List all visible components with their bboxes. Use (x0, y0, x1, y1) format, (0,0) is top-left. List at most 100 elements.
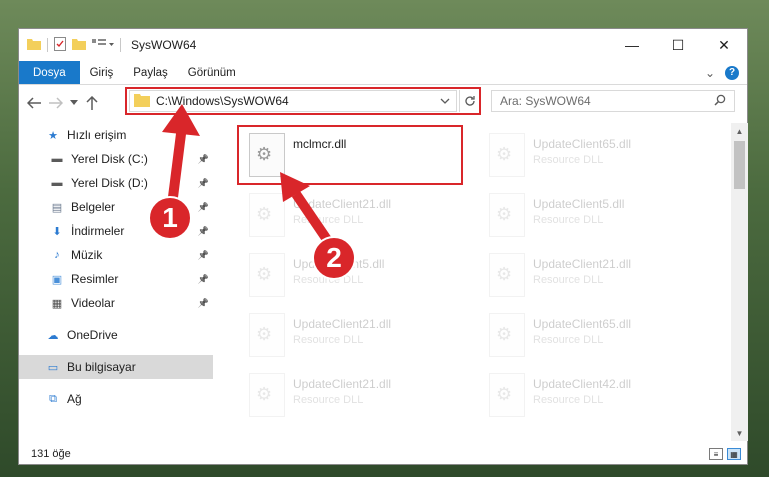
file-item[interactable]: ⚙ UpdateClient21.dll Resource DLL (479, 247, 705, 303)
refresh-icon[interactable] (459, 90, 479, 112)
nav-item-bu-bilgisayar[interactable]: ▭ Bu bilgisayar (19, 355, 213, 379)
file-item[interactable]: ⚙ UpdateClient5.dll Resource DLL (479, 187, 705, 243)
pin-icon[interactable]: 📌 (198, 298, 209, 309)
nav-item-ağ[interactable]: ⧉ Ağ (19, 387, 213, 411)
vertical-scrollbar[interactable]: ▲ ▼ (731, 123, 748, 441)
file-meta: UpdateClient65.dll Resource DLL (533, 127, 631, 183)
details-view-icon[interactable]: ≡ (709, 448, 723, 460)
nav-item-onedrive[interactable]: ☁ OneDrive (19, 323, 213, 347)
customize-qat-icon[interactable] (92, 38, 114, 53)
back-arrow-icon[interactable] (23, 92, 45, 114)
status-bar: 131 öğe ≡ ▦ (19, 443, 749, 465)
nav-item-label: Resimler (71, 272, 119, 286)
videos-icon: ▦ (51, 297, 63, 310)
properties-icon[interactable] (54, 36, 66, 54)
close-button[interactable]: ✕ (701, 29, 747, 61)
ribbon-tabs: Dosya Giriş Paylaş Görünüm ⌄ ? (19, 61, 747, 85)
tab-share[interactable]: Paylaş (123, 61, 178, 84)
gear-icon: ⚙ (256, 324, 273, 344)
gear-icon: ⚙ (496, 384, 513, 404)
file-name: UpdateClient21.dll (533, 257, 632, 271)
nav-item-label: Hızlı erişim (67, 128, 127, 142)
title-bar: SysWOW64 — ☐ ✕ (19, 29, 747, 61)
dll-file-icon: ⚙ (249, 253, 285, 297)
dll-file-icon: ⚙ (489, 313, 525, 357)
dll-file-icon: ⚙ (249, 193, 285, 237)
gear-icon: ⚙ (256, 384, 273, 404)
file-meta: UpdateClient42.dll Resource DLL (533, 367, 631, 423)
file-type: Resource DLL (533, 214, 604, 226)
pin-icon[interactable]: 📌 (198, 226, 209, 237)
dll-file-icon: ⚙ (489, 193, 525, 237)
file-name: UpdateClient65.dll (533, 137, 632, 151)
tab-home[interactable]: Giriş (80, 61, 124, 84)
recent-locations-chevron-icon[interactable] (67, 92, 81, 114)
file-type: Resource DLL (533, 154, 604, 166)
file-type: Resource DLL (533, 394, 604, 406)
file-name: UpdateClient21.dll (293, 377, 392, 391)
file-name: UpdateClient21.dll (293, 317, 392, 331)
view-toggle: ≡ ▦ (709, 448, 749, 460)
nav-item-yerel-disk-c-[interactable]: ▬ Yerel Disk (C:) 📌 (19, 147, 213, 171)
cloud-icon: ☁ (47, 329, 59, 342)
file-item[interactable]: ⚙ UpdateClient42.dll Resource DLL (479, 367, 705, 423)
tab-file[interactable]: Dosya (19, 61, 80, 84)
maximize-button[interactable]: ☐ (655, 29, 701, 61)
nav-item-label: Yerel Disk (C:) (71, 152, 148, 166)
file-name: UpdateClient65.dll (533, 317, 632, 331)
file-item[interactable]: ⚙ UpdateClient21.dll Resource DLL (239, 307, 465, 363)
nav-item-resimler[interactable]: ▣ Resimler 📌 (19, 267, 213, 291)
file-highlight-box (237, 125, 463, 185)
search-icon[interactable] (714, 94, 734, 109)
nav-item-label: Ağ (67, 392, 82, 406)
ribbon-collapse-icon[interactable]: ⌄ (705, 66, 715, 80)
nav-item-label: OneDrive (67, 328, 118, 342)
qat-divider (120, 38, 121, 52)
nav-item-label: Müzik (71, 248, 103, 262)
up-arrow-icon[interactable] (81, 92, 103, 114)
file-meta: UpdateClient5.dll Resource DLL (533, 187, 624, 243)
forward-arrow-icon[interactable] (45, 92, 67, 114)
help-icon[interactable]: ? (725, 65, 739, 80)
search-input[interactable]: Ara: SysWOW64 (491, 90, 735, 112)
dll-file-icon: ⚙ (249, 373, 285, 417)
nav-item-videolar[interactable]: ▦ Videolar 📌 (19, 291, 213, 315)
pin-icon[interactable]: 📌 (198, 154, 209, 165)
nav-item-müzik[interactable]: ♪ Müzik 📌 (19, 243, 213, 267)
new-folder-icon[interactable] (72, 38, 86, 53)
pin-icon[interactable]: 📌 (198, 178, 209, 189)
address-dropdown-icon[interactable] (434, 96, 456, 106)
folder-icon[interactable] (27, 38, 41, 53)
pin-icon[interactable]: 📌 (198, 202, 209, 213)
gear-icon: ⚙ (256, 204, 273, 224)
file-item[interactable]: ⚙ UpdateClient65.dll Resource DLL (479, 127, 705, 183)
address-path[interactable]: C:\Windows\SysWOW64 (156, 94, 289, 108)
file-type: Resource DLL (533, 334, 604, 346)
minimize-button[interactable]: — (609, 29, 655, 61)
scroll-up-icon[interactable]: ▲ (731, 123, 748, 139)
step-badge-1: 1 (148, 196, 192, 240)
file-type: Resource DLL (293, 394, 364, 406)
scroll-thumb[interactable] (734, 141, 745, 189)
file-item[interactable]: ⚙ UpdateClient21.dll Resource DLL (239, 187, 465, 243)
scroll-down-icon[interactable]: ▼ (731, 425, 748, 441)
dll-file-icon: ⚙ (489, 253, 525, 297)
file-name: UpdateClient21.dll (293, 197, 392, 211)
pin-icon[interactable]: 📌 (198, 274, 209, 285)
gear-icon: ⚙ (496, 264, 513, 284)
nav-item-label: Bu bilgisayar (67, 360, 136, 374)
file-meta: UpdateClient65.dll Resource DLL (533, 307, 631, 363)
address-bar[interactable]: C:\Windows\SysWOW64 (129, 90, 457, 112)
file-item[interactable]: ⚙ UpdateClient65.dll Resource DLL (479, 307, 705, 363)
nav-item-hızlı-erişim[interactable]: ★ Hızlı erişim (19, 123, 213, 147)
folder-icon (134, 93, 150, 110)
file-item[interactable]: ⚙ UpdateClient21.dll Resource DLL (239, 367, 465, 423)
pin-icon[interactable]: 📌 (198, 250, 209, 261)
nav-item-label: Belgeler (71, 200, 116, 214)
nav-item-yerel-disk-d-[interactable]: ▬ Yerel Disk (D:) 📌 (19, 171, 213, 195)
tiles-view-icon[interactable]: ▦ (727, 448, 741, 460)
nav-item-label: Yerel Disk (D:) (71, 176, 148, 190)
qat-divider (47, 38, 48, 52)
star-icon: ★ (48, 129, 58, 142)
tab-view[interactable]: Görünüm (178, 61, 246, 84)
